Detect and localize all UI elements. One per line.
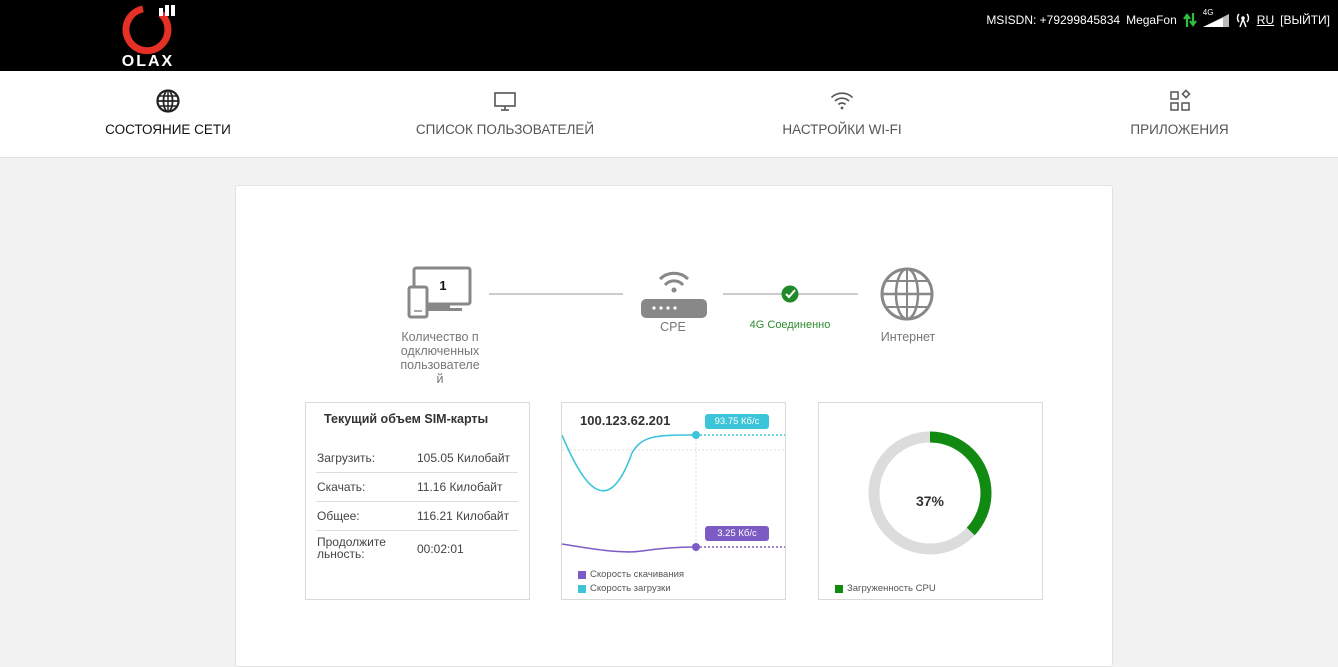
monitor-icon xyxy=(494,92,516,111)
legend-swatch xyxy=(578,584,586,593)
tab-label: НАСТРОЙКИ WI-FI xyxy=(782,122,902,137)
upload-series-marker xyxy=(692,431,700,439)
main-nav: СОСТОЯНИЕ СЕТИ СПИСОК ПОЛЬЗОВАТЕЛЕЙ НАСТ… xyxy=(0,71,1338,158)
legend-cpu: Загруженность CPU xyxy=(835,583,936,594)
antenna-icon xyxy=(1236,13,1249,28)
tab-network-status[interactable]: СОСТОЯНИЕ СЕТИ xyxy=(105,71,231,157)
sim-row-download: Скачать: 11.16 Килобайт xyxy=(316,472,518,502)
operator-name: MegaFon xyxy=(1126,13,1177,27)
sim-row-upload: Загрузить: 105.05 Килобайт xyxy=(316,443,518,473)
tab-label: ПРИЛОЖЕНИЯ xyxy=(1130,122,1229,137)
data-transfer-arrows-icon xyxy=(1182,13,1197,27)
cpe-label: CPE xyxy=(660,320,686,334)
sim-panel-title: Текущий объем SIM-карты xyxy=(324,412,489,426)
wifi-icon xyxy=(830,92,854,110)
legend-swatch xyxy=(578,570,586,579)
legend-swatch xyxy=(835,584,843,593)
legend-download: Скорость скачивания xyxy=(578,569,684,580)
cpu-percent-label: 37% xyxy=(915,493,945,509)
tab-wifi-settings[interactable]: НАСТРОЙКИ WI-FI xyxy=(782,71,902,157)
sim-row-key: Общее: xyxy=(317,509,360,523)
sim-usage-panel: Текущий объем SIM-карты Загрузить: 105.0… xyxy=(305,402,530,600)
legend-label: Скорость загрузки xyxy=(590,583,671,594)
tab-label: СПИСОК ПОЛЬЗОВАТЕЛЕЙ xyxy=(415,122,595,137)
sim-row-key: Загрузить: xyxy=(317,451,376,465)
legend-upload: Скорость загрузки xyxy=(578,583,671,594)
sim-row-key: Скачать: xyxy=(317,480,366,494)
apps-grid-icon xyxy=(1169,89,1191,111)
download-speed-label: 3.25 Кб/с xyxy=(717,528,757,539)
tab-user-list[interactable]: СПИСОК ПОЛЬЗОВАТЕЛЕЙ xyxy=(416,71,594,157)
download-series-marker xyxy=(692,543,700,551)
connection-status: 4G Соединенно xyxy=(749,319,831,331)
cpu-panel: 37% Загруженность CPU xyxy=(818,402,1043,600)
sim-row-value: 11.16 Килобайт xyxy=(417,480,503,494)
users-count: 1 xyxy=(439,278,447,293)
sim-row-value: 105.05 Килобайт xyxy=(417,451,511,465)
tab-applications[interactable]: ПРИЛОЖЕНИЯ xyxy=(1130,71,1229,157)
sim-row-duration: Продолжительность: 00:02:01 xyxy=(316,530,518,566)
olax-logo-icon xyxy=(122,5,175,55)
traffic-panel: 100.123.62.201 93.75 Кб/с 3.25 Кб/с Скор… xyxy=(561,402,786,600)
legend-label: Скорость скачивания xyxy=(590,569,685,580)
internet-label: Интернет xyxy=(880,330,936,344)
logo-text: OLAX xyxy=(121,53,175,70)
download-series-line xyxy=(562,543,697,553)
logout-link[interactable]: [ВЫЙТИ] xyxy=(1280,13,1330,27)
olax-logo: OLAX xyxy=(115,2,181,70)
globe-icon xyxy=(156,89,180,113)
msisdn-text: MSISDN: +79299845834 xyxy=(986,13,1121,27)
upload-series-line xyxy=(562,434,697,492)
signal-strength-icon: 4G xyxy=(1202,8,1229,28)
sim-row-key: Продолжительность: xyxy=(317,535,386,561)
tab-label: СОСТОЯНИЕ СЕТИ xyxy=(105,122,231,137)
sim-row-value: 00:02:01 xyxy=(417,542,464,556)
language-switch[interactable]: RU xyxy=(1257,13,1274,27)
upload-speed-label: 93.75 Кб/с xyxy=(714,416,760,427)
sim-row-value: 116.21 Килобайт xyxy=(417,509,510,523)
status-bar: MSISDN: +79299845834 MegaFon 4G RU [ВЫЙТ… xyxy=(986,8,1330,28)
users-label: Количество подключенных пользователей xyxy=(400,330,480,386)
top-bar: OLAX MSISDN: +79299845834 MegaFon 4G RU … xyxy=(0,0,1338,71)
legend-label: Загруженность CPU xyxy=(847,583,936,594)
sim-row-total: Общее: 116.21 Килобайт xyxy=(316,501,518,531)
